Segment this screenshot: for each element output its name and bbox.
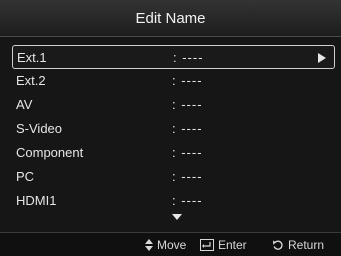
list-item-label: HDMI1 — [16, 193, 57, 208]
move-hint: Move — [145, 238, 186, 252]
list-item-value: : ---- — [172, 169, 203, 184]
enter-label: Enter — [218, 238, 247, 252]
list-item-s-video[interactable]: S-Video : ---- — [12, 117, 335, 141]
list-item-label: Component — [16, 145, 84, 160]
edit-name-osd: Edit Name Ext.1 : ---- Ext.2 : ---- AV :… — [0, 0, 341, 256]
list-item-label: PC — [16, 169, 35, 184]
arrow-right-icon — [318, 53, 326, 63]
return-label: Return — [288, 238, 325, 252]
list-item-pc[interactable]: PC : ---- — [12, 165, 335, 189]
title-bar: Edit Name — [0, 0, 341, 36]
list-item-label: Ext.2 — [16, 73, 46, 88]
list-item-value: : ---- — [172, 121, 203, 136]
page-title: Edit Name — [135, 9, 206, 27]
list-item-component[interactable]: Component : ---- — [12, 141, 335, 165]
list-item-hdmi1[interactable]: HDMI1 : ---- — [12, 189, 335, 213]
list-item-value: : ---- — [172, 97, 203, 112]
input-source-list: Ext.1 : ---- Ext.2 : ---- AV : ---- S-Vi… — [12, 45, 335, 213]
enter-hint: Enter — [200, 238, 247, 252]
help-bar: Move Enter Return — [0, 232, 341, 256]
return-icon — [272, 239, 284, 251]
list-item-value: : ---- — [172, 73, 203, 88]
enter-icon — [200, 239, 214, 251]
list-item-value: : ---- — [173, 50, 204, 65]
up-down-arrows-icon — [145, 239, 153, 251]
list-item-value: : ---- — [172, 193, 203, 208]
title-divider — [0, 36, 341, 37]
list-item-label: Ext.1 — [17, 50, 47, 65]
return-hint: Return — [272, 238, 324, 252]
list-item-value: : ---- — [172, 145, 203, 160]
list-item-label: AV — [16, 97, 33, 112]
list-item-label: S-Video — [16, 121, 63, 136]
list-item-ext2[interactable]: Ext.2 : ---- — [12, 69, 335, 93]
list-item-ext1[interactable]: Ext.1 : ---- — [12, 45, 335, 69]
move-label: Move — [157, 238, 187, 252]
list-item-av[interactable]: AV : ---- — [12, 93, 335, 117]
arrow-down-icon[interactable] — [172, 214, 182, 220]
